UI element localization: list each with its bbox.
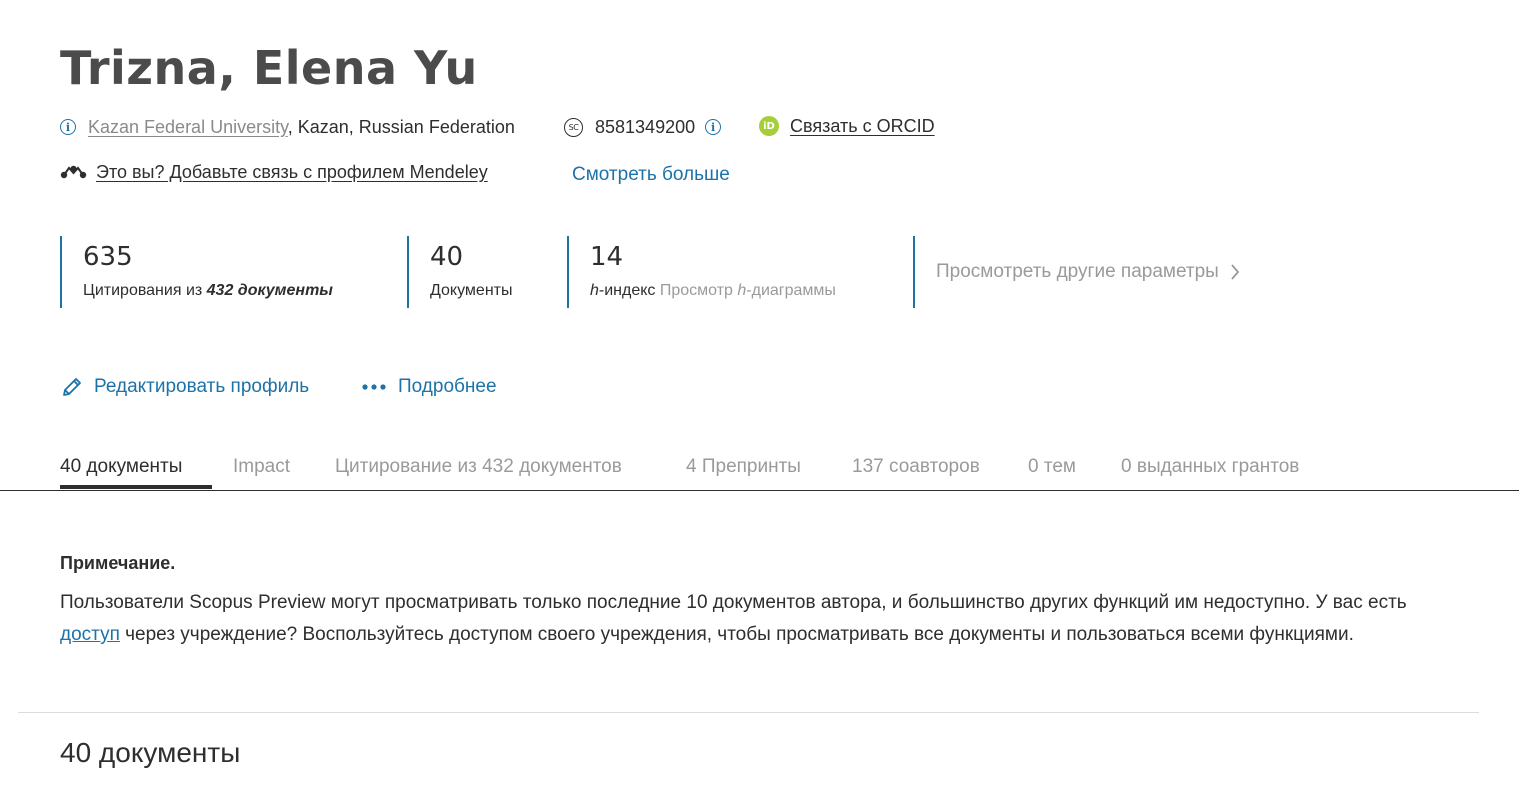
tab-citations[interactable]: Цитирование из 432 документов: [335, 456, 622, 478]
see-more-link[interactable]: Смотреть больше: [572, 164, 730, 186]
hindex-graph-link[interactable]: Просмотр h-диаграммы: [655, 282, 836, 299]
other-params-link[interactable]: Просмотреть другие параметры: [936, 260, 1241, 284]
scopus-id-group: SC 8581349200 i: [564, 115, 722, 139]
note-body-part1: Пользователи Scopus Preview могут просма…: [60, 592, 1407, 613]
documents-label: Документы: [430, 282, 513, 299]
hindex-graph-suffix: -диаграммы: [746, 282, 836, 299]
chevron-right-icon: [1231, 264, 1240, 280]
note-body-part2: через учреждение? Воспользуйтесь доступо…: [119, 624, 1354, 645]
tab-preprints[interactable]: 4 Препринты: [686, 456, 801, 478]
mendeley-row: Это вы? Добавьте связь с профилем Mendel…: [60, 160, 488, 184]
mendeley-icon: [60, 165, 87, 179]
metrics-divider: [913, 236, 915, 308]
edit-profile-label: Редактировать профиль: [94, 376, 310, 397]
mendeley-link[interactable]: Это вы? Добавьте связь с профилем Mendel…: [96, 162, 488, 183]
more-button[interactable]: Подробнее: [362, 374, 497, 400]
metric-documents: 40 Документы: [407, 236, 568, 308]
edit-profile-button[interactable]: Редактировать профиль: [60, 374, 309, 400]
tab-grants[interactable]: 0 выданных грантов: [1121, 456, 1299, 478]
section-divider: [18, 712, 1479, 713]
hindex-label-text: -индекс: [598, 282, 656, 299]
access-link[interactable]: доступ: [60, 624, 120, 645]
ellipsis-icon: [362, 384, 386, 390]
hindex-graph-h: h: [737, 282, 747, 299]
metric-hindex: 14 h-индекс Просмотр h-диаграммы: [567, 236, 915, 308]
pencil-icon: [63, 378, 81, 396]
profile-tabs: 40 документы Impact Цитирование из 432 д…: [0, 446, 1519, 491]
documents-value: 40: [430, 242, 464, 272]
info-icon[interactable]: i: [60, 119, 76, 135]
tab-impact[interactable]: Impact: [233, 456, 290, 478]
more-label: Подробнее: [398, 376, 497, 397]
affiliation-location: , Kazan, Russian Federation: [287, 116, 515, 137]
affiliation: Kazan Federal University, Kazan, Russian…: [88, 117, 515, 138]
link-orcid-link[interactable]: Связать с ORCID: [790, 116, 935, 137]
tab-topics[interactable]: 0 тем: [1028, 456, 1076, 478]
tab-documents[interactable]: 40 документы: [60, 456, 182, 478]
orcid-icon: iD: [759, 116, 779, 136]
hindex-h: h: [590, 282, 599, 299]
hindex-label: h-индекс Просмотр h-диаграммы: [590, 282, 915, 300]
scopus-id-info-icon[interactable]: i: [705, 119, 722, 135]
scopus-id-value: 8581349200: [595, 116, 696, 137]
orcid-group[interactable]: iD Связать с ORCID: [759, 114, 935, 138]
affiliation-link[interactable]: Kazan Federal University: [88, 117, 288, 137]
note-title: Примечание.: [60, 553, 176, 573]
scopus-id-icon: SC: [564, 117, 583, 137]
citations-label-prefix: Цитирования из: [83, 282, 207, 299]
active-tab-indicator: [60, 485, 212, 489]
citations-label: Цитирования из 432 документы: [83, 282, 408, 300]
author-name: Trizna, Elena Yu: [60, 41, 478, 95]
citations-docs-count[interactable]: 432 документы: [207, 282, 333, 299]
documents-heading: 40 документы: [60, 737, 241, 768]
hindex-graph-prefix: Просмотр: [655, 282, 738, 299]
tab-coauthors[interactable]: 137 соавторов: [852, 456, 980, 478]
other-params-label: Просмотреть другие параметры: [936, 261, 1219, 282]
citations-value: 635: [83, 242, 133, 272]
author-meta-row: i Kazan Federal University, Kazan, Russi…: [60, 115, 515, 139]
note-body: Пользователи Scopus Preview могут просма…: [60, 587, 1440, 651]
metric-citations: 635 Цитирования из 432 документы: [60, 236, 408, 308]
hindex-value: 14: [590, 242, 624, 272]
